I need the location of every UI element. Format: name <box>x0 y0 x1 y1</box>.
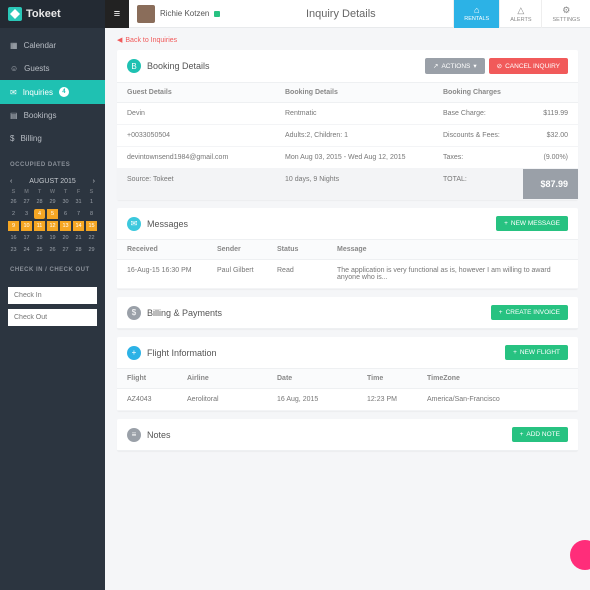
sidebar-item-bookings[interactable]: ▤Bookings <box>0 104 105 127</box>
bookings-icon: ▤ <box>10 111 18 120</box>
guests-icon: ☺ <box>10 64 18 73</box>
back-link[interactable]: ◀Back to Inquiries <box>117 36 578 44</box>
booking-row: devintownsend1984@gmail.comMon Aug 03, 2… <box>117 147 578 169</box>
sidebar-item-guests[interactable]: ☺Guests <box>0 57 105 80</box>
sidebar-item-calendar[interactable]: ▦Calendar <box>0 34 105 57</box>
cancel-inquiry-button[interactable]: ⊘CANCEL INQUIRY <box>489 58 568 74</box>
booking-title: Booking Details <box>147 61 421 71</box>
cal-next[interactable]: › <box>93 178 95 185</box>
plus-icon: + <box>513 349 517 356</box>
flight-icon: + <box>127 346 141 360</box>
sidebar-item-billing[interactable]: $Billing <box>0 127 105 150</box>
tab-alerts[interactable]: △ALERTS <box>499 0 541 28</box>
user-chip[interactable]: Richie Kotzen <box>129 5 228 23</box>
billing-card: $ Billing & Payments +CREATE INVOICE <box>117 297 578 329</box>
plus-icon: + <box>499 309 503 316</box>
flight-title: Flight Information <box>147 348 501 358</box>
calendar-widget: ‹ AUGUST 2015 › SMTWTFS 2627282930311 2345… <box>0 174 105 255</box>
tab-rentals[interactable]: ⌂RENTALS <box>453 0 499 28</box>
status-indicator <box>214 11 220 17</box>
sidebar-item-inquiries[interactable]: ✉Inquiries4 <box>0 80 105 104</box>
inquiries-badge: 4 <box>59 87 69 97</box>
flight-row[interactable]: AZ4043Aerolitoral16 Aug, 201512:23 PMAme… <box>117 389 578 411</box>
back-icon: ◀ <box>117 36 122 44</box>
notes-card: ≡ Notes +ADD NOTE <box>117 419 578 451</box>
billing-icon: $ <box>127 306 141 320</box>
billing-title: Billing & Payments <box>147 308 487 318</box>
tab-settings[interactable]: ⚙SETTINGS <box>541 0 590 28</box>
add-note-button[interactable]: +ADD NOTE <box>512 427 568 442</box>
plus-icon: + <box>504 220 508 227</box>
logo-icon <box>8 7 22 21</box>
user-name: Richie Kotzen <box>160 9 209 18</box>
new-flight-button[interactable]: +NEW FLIGHT <box>505 345 568 360</box>
flight-card: + Flight Information +NEW FLIGHT FlightA… <box>117 337 578 411</box>
check-in-input[interactable] <box>8 287 97 304</box>
calendar-icon: ▦ <box>10 41 18 50</box>
brand-name: Tokeet <box>26 8 61 20</box>
messages-card: ✉ Messages +NEW MESSAGE ReceivedSenderSt… <box>117 208 578 289</box>
cal-prev[interactable]: ‹ <box>10 178 12 185</box>
page-title: Inquiry Details <box>228 8 453 20</box>
messages-icon: ✉ <box>127 217 141 231</box>
home-icon: ⌂ <box>474 5 479 15</box>
booking-total-row: Source: Tokeet10 days, 9 NightsTOTAL:$87… <box>117 169 578 200</box>
check-out-input[interactable] <box>8 309 97 326</box>
plus-icon: + <box>520 431 524 438</box>
booking-row: +0033050504Adults:2, Children: 1Discount… <box>117 125 578 147</box>
share-icon: ↗ <box>433 62 438 70</box>
message-row[interactable]: 16-Aug-15 16:30 PMPaul GilbertReadThe ap… <box>117 260 578 289</box>
bell-icon: △ <box>517 5 524 16</box>
notes-title: Notes <box>147 430 508 440</box>
menu-toggle[interactable]: ≡ <box>105 0 129 28</box>
cancel-icon: ⊘ <box>497 62 502 70</box>
booking-row: DevinRentmaticBase Charge:$119.99 <box>117 103 578 125</box>
gear-icon: ⚙ <box>562 5 570 16</box>
inquiries-icon: ✉ <box>10 88 17 97</box>
new-message-button[interactable]: +NEW MESSAGE <box>496 216 568 231</box>
billing-icon: $ <box>10 134 14 143</box>
nav-list: ▦Calendar ☺Guests ✉Inquiries4 ▤Bookings … <box>0 28 105 150</box>
header: ≡ Richie Kotzen Inquiry Details ⌂RENTALS… <box>105 0 590 28</box>
notes-icon: ≡ <box>127 428 141 442</box>
avatar <box>137 5 155 23</box>
sidebar: Tokeet ▦Calendar ☺Guests ✉Inquiries4 ▤Bo… <box>0 0 105 590</box>
booking-icon: B <box>127 59 141 73</box>
cal-month: AUGUST 2015 <box>29 178 76 185</box>
occupied-heading: OCCUPIED DATES <box>0 150 105 174</box>
check-heading: CHECK IN / CHECK OUT <box>0 255 105 279</box>
booking-card: B Booking Details ↗ACTIONS▾ ⊘CANCEL INQU… <box>117 50 578 200</box>
logo[interactable]: Tokeet <box>0 0 105 28</box>
create-invoice-button[interactable]: +CREATE INVOICE <box>491 305 568 320</box>
calendar-grid[interactable]: SMTWTFS 2627282930311 2345678 9101112131… <box>8 189 97 255</box>
messages-title: Messages <box>147 219 492 229</box>
chevron-down-icon: ▾ <box>473 62 476 70</box>
actions-button[interactable]: ↗ACTIONS▾ <box>425 58 485 74</box>
